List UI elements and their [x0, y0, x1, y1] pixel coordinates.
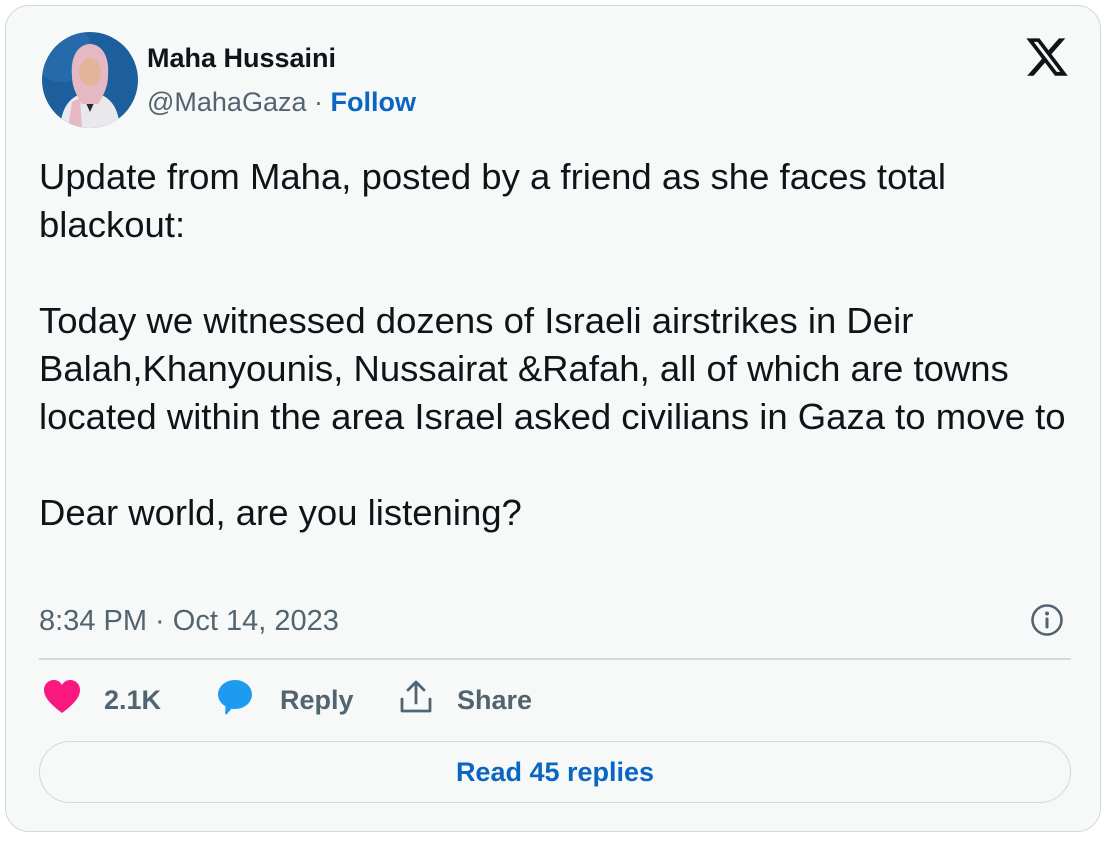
author-name[interactable]: Maha Hussaini: [147, 42, 336, 74]
share-button[interactable]: Share: [399, 678, 532, 722]
author-handle[interactable]: @MahaGaza: [147, 87, 306, 117]
heart-icon: [42, 679, 82, 722]
tweet-text: Update from Maha, posted by a friend as …: [39, 153, 1079, 537]
follow-link[interactable]: Follow: [331, 87, 416, 117]
like-button[interactable]: 2.1K: [42, 678, 161, 722]
read-replies-button[interactable]: Read 45 replies: [39, 741, 1071, 803]
tweet-paragraph: Dear world, are you listening?: [39, 492, 522, 533]
x-logo-icon[interactable]: [1024, 34, 1070, 80]
author-handle-row: @MahaGaza · Follow: [147, 85, 416, 119]
like-count: 2.1K: [104, 684, 162, 715]
tweet-card: Maha Hussaini @MahaGaza · Follow Update …: [5, 5, 1101, 832]
tweet-paragraph: Update from Maha, posted by a friend as …: [39, 156, 946, 245]
divider: [39, 658, 1071, 660]
share-icon: [399, 679, 433, 722]
share-label: Share: [457, 684, 533, 715]
reply-button[interactable]: Reply: [216, 678, 354, 722]
separator: ·: [314, 87, 323, 117]
avatar[interactable]: [42, 32, 138, 128]
tweet-paragraph: Today we witnessed dozens of Israeli air…: [39, 300, 1066, 437]
info-icon[interactable]: [1030, 603, 1064, 637]
tweet-timestamp[interactable]: 8:34 PM · Oct 14, 2023: [39, 603, 339, 639]
reply-label: Reply: [280, 684, 354, 715]
speech-bubble-icon: [216, 678, 254, 723]
